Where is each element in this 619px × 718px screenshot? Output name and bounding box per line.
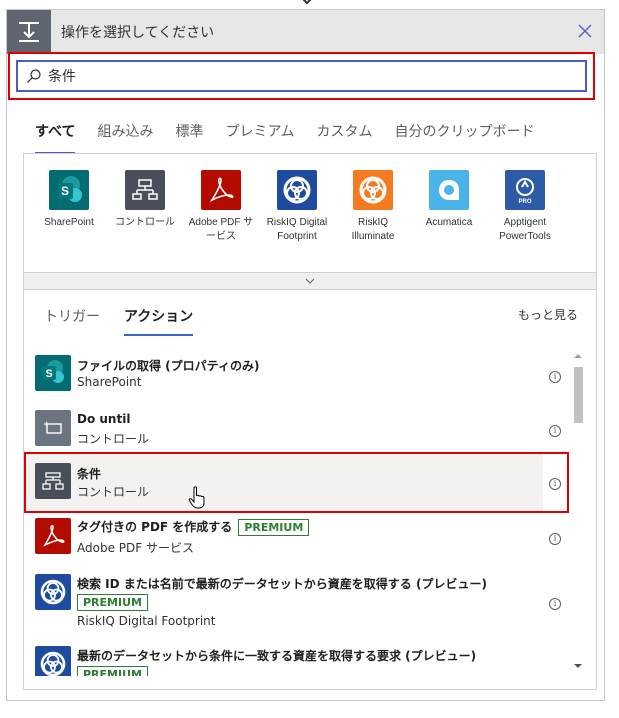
adobe-pdf-icon — [35, 518, 71, 554]
connector-label: Adobe PDF サービス — [188, 217, 254, 242]
panel-header: 操作を選択してください — [7, 10, 604, 54]
action-title: Do until — [77, 412, 131, 426]
see-more-link[interactable]: もっと見る — [518, 306, 578, 323]
connector-sharepoint[interactable]: S SharePoint — [34, 170, 104, 230]
tab-builtin[interactable]: 組み込み — [97, 118, 153, 150]
tab-clipboard[interactable]: 自分のクリップボード — [395, 118, 535, 150]
connector-control[interactable]: コントロール — [110, 170, 180, 230]
info-icon[interactable]: i — [549, 371, 561, 383]
connector-riskiq-illuminate[interactable]: RiskIQ Illuminate — [338, 170, 408, 244]
info-icon[interactable]: i — [549, 425, 561, 437]
scroll-thumb[interactable] — [574, 367, 583, 423]
search-icon — [27, 69, 41, 83]
action-title: ファイルの取得 (プロパティのみ) — [77, 359, 260, 373]
connector-label: Acumatica — [425, 217, 473, 228]
connector-acumatica[interactable]: Acumatica — [414, 170, 484, 230]
svg-text:S: S — [61, 184, 69, 198]
search-input[interactable] — [48, 65, 568, 87]
action-connector: Adobe PDF サービス — [77, 541, 194, 555]
action-connector: RiskIQ Digital Footprint — [77, 614, 216, 628]
down-arrow-icon — [302, 0, 312, 5]
panel-title: 操作を選択してください — [61, 25, 215, 41]
scroll-up-icon[interactable] — [572, 351, 584, 361]
sharepoint-icon: S — [35, 355, 71, 391]
adobe-pdf-icon — [201, 170, 241, 210]
info-icon[interactable]: i — [549, 598, 561, 610]
riskiq-icon — [35, 574, 71, 610]
actions-scrollbar[interactable] — [572, 351, 584, 673]
tab-triggers[interactable]: トリガー — [44, 306, 100, 336]
action-title: タグ付きの PDF を作成する PREMIUM — [77, 518, 310, 536]
tab-premium[interactable]: プレミアム — [225, 118, 294, 150]
tab-custom[interactable]: カスタム — [317, 118, 373, 150]
riskiq-icon — [277, 170, 317, 210]
connector-label: コントロール — [115, 217, 175, 228]
apptigent-icon: PRO — [505, 170, 545, 210]
action-connector: SharePoint — [77, 375, 142, 389]
svg-text:S: S — [45, 368, 52, 380]
premium-badge-wrap: PREMIUM — [71, 594, 148, 611]
chevron-down-icon — [305, 278, 315, 284]
selected-row-highlight — [24, 452, 569, 513]
close-icon[interactable] — [574, 20, 596, 42]
expand-connectors-button[interactable] — [23, 272, 597, 290]
connector-grid: S SharePoint コントロール Adobe PDF サービス RiskI… — [23, 153, 597, 286]
connector-label: SharePoint — [44, 217, 94, 228]
action-type-tabs: トリガー アクション — [44, 306, 217, 336]
premium-badge-wrap: PREMIUM — [71, 666, 148, 676]
connector-label: RiskIQ Illuminate — [351, 217, 395, 242]
action-title: 検索 ID または名前で最新のデータセットから資産を取得する (プレビュー) — [77, 577, 487, 591]
acumatica-icon — [429, 170, 469, 210]
sharepoint-icon: S — [49, 170, 89, 210]
action-item[interactable]: 検索 ID または名前で最新のデータセットから資産を取得する (プレビュー) P… — [33, 574, 549, 628]
action-item[interactable]: タグ付きの PDF を作成する PREMIUM Adobe PDF サービス — [33, 518, 549, 558]
action-title-text: タグ付きの PDF を作成する — [77, 520, 233, 534]
premium-badge: PREMIUM — [238, 519, 310, 536]
svg-text:PRO: PRO — [518, 199, 531, 205]
info-icon[interactable]: i — [549, 533, 561, 545]
operation-icon — [7, 10, 51, 54]
connector-riskiq-digital-footprint[interactable]: RiskIQ Digital Footprint — [255, 170, 339, 244]
action-item[interactable]: Do until コントロール — [33, 410, 549, 450]
premium-badge: PREMIUM — [77, 594, 148, 611]
connector-label: RiskIQ Digital Footprint — [266, 217, 328, 242]
scroll-down-icon[interactable] — [572, 661, 584, 671]
riskiq-icon — [35, 646, 71, 676]
connector-label: Apptigent PowerTools — [499, 217, 551, 242]
tab-all[interactable]: すべて — [35, 118, 76, 154]
search-highlight — [8, 52, 595, 100]
action-connector: コントロール — [77, 432, 150, 446]
riskiq-illuminate-icon — [353, 170, 393, 210]
tab-standard[interactable]: 標準 — [175, 118, 203, 150]
connector-adobe-pdf[interactable]: Adobe PDF サービス — [186, 170, 256, 244]
do-until-icon — [35, 410, 71, 446]
connector-apptigent[interactable]: PRO Apptigent PowerTools — [490, 170, 560, 244]
tab-actions[interactable]: アクション — [124, 306, 194, 336]
control-icon — [125, 170, 165, 210]
action-item[interactable]: S ファイルの取得 (プロパティのみ) SharePoint — [33, 355, 549, 395]
action-title: 最新のデータセットから条件に一致する資産を取得する要求 (プレビュー) — [77, 649, 477, 663]
premium-badge: PREMIUM — [77, 666, 148, 676]
action-item[interactable]: 最新のデータセットから条件に一致する資産を取得する要求 (プレビュー) PREM… — [33, 646, 549, 676]
category-tabs: すべて 組み込み 標準 プレミアム カスタム 自分のクリップボード — [35, 118, 557, 154]
search-box[interactable] — [16, 60, 587, 92]
